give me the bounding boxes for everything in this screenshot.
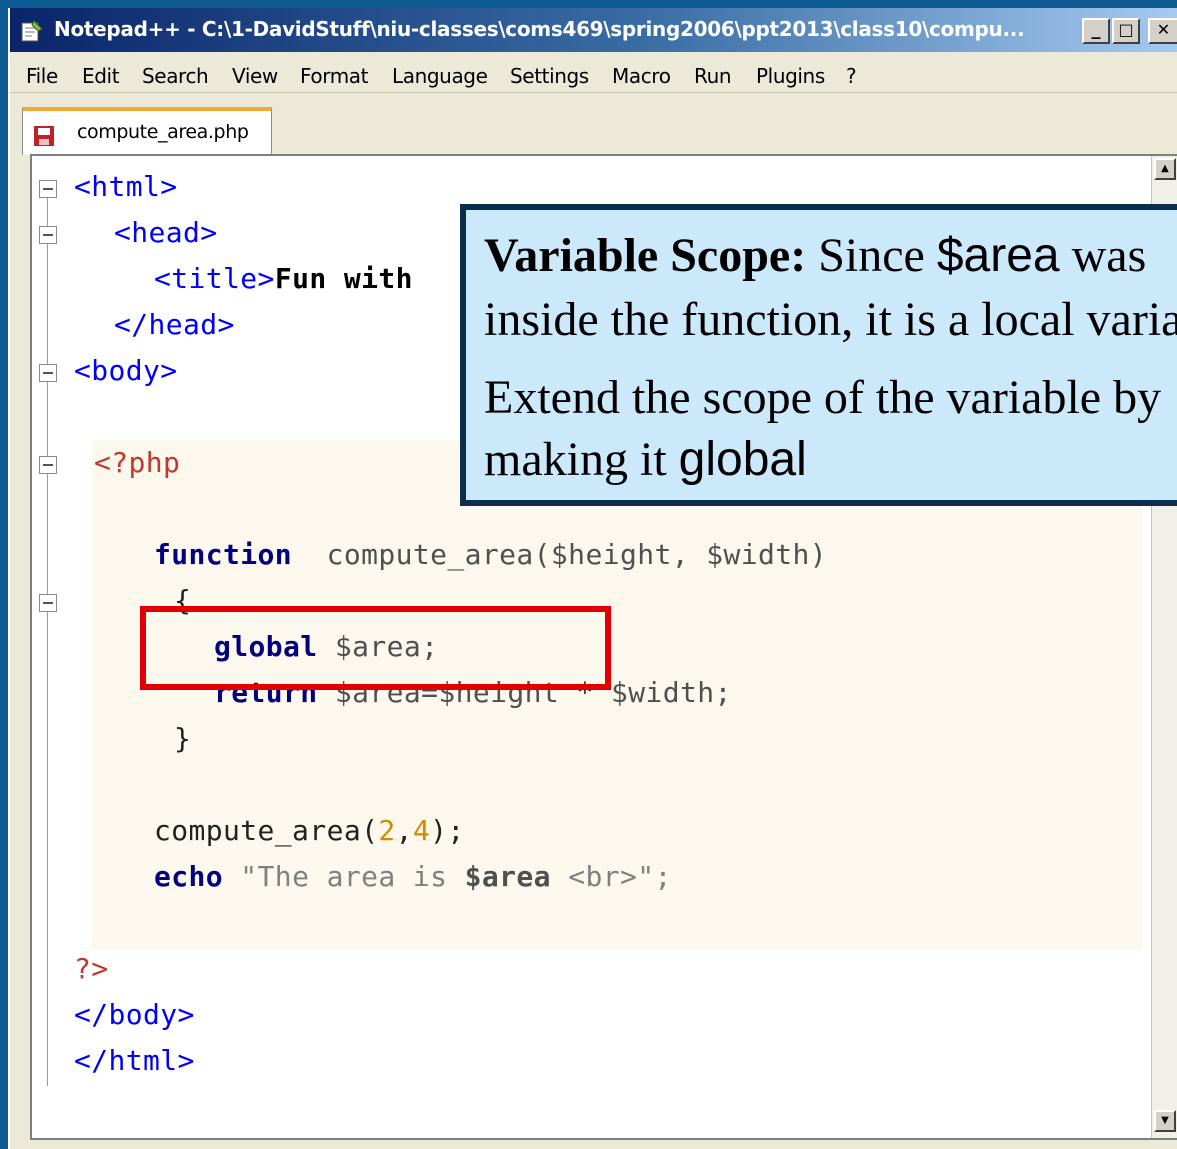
- code-line-5: <body>: [74, 354, 178, 387]
- code-token: ?>: [74, 952, 109, 985]
- code-token: }: [174, 722, 192, 755]
- callout-text: Since: [818, 229, 925, 282]
- code-token: $area: [464, 860, 551, 893]
- notepadpp-window: Notepad++ - C:\1-DavidStuff\niu-classes\…: [8, 8, 1177, 1149]
- code-token: </head>: [114, 308, 235, 341]
- code-line-14: ?>: [74, 952, 109, 985]
- menu-edit[interactable]: Edit: [82, 64, 120, 88]
- menu-view[interactable]: View: [232, 64, 278, 88]
- highlight-box-global: [140, 606, 611, 690]
- code-token: echo: [154, 860, 224, 893]
- code-line-3: <title>Fun with: [154, 262, 413, 295]
- code-token: "The area is: [240, 860, 465, 893]
- menu-settings[interactable]: Settings: [510, 64, 589, 88]
- callout-line-3: Extend the scope of the variable by: [484, 371, 1162, 424]
- menu-plugins[interactable]: Plugins: [756, 64, 825, 88]
- menu-bar: File Edit Search View Format Language Se…: [10, 52, 1177, 92]
- code-token: </html>: [74, 1044, 195, 1077]
- code-token: compute_area(: [154, 814, 379, 847]
- callout-box: Variable Scope: Since $area was inside t…: [460, 204, 1177, 506]
- scroll-down-arrow-icon[interactable]: ▼: [1154, 1110, 1176, 1132]
- notepad-app-icon: [21, 20, 43, 42]
- code-line-4: </head>: [114, 308, 235, 341]
- menu-search[interactable]: Search: [142, 64, 209, 88]
- code-token: <body>: [74, 354, 178, 387]
- code-token: Fun with: [274, 262, 413, 295]
- scroll-up-arrow-icon[interactable]: ▲: [1154, 158, 1176, 180]
- code-line-15: </body>: [74, 998, 195, 1031]
- code-token: <html>: [74, 170, 178, 203]
- code-token: <br>";: [550, 860, 672, 893]
- callout-keyword: global: [678, 433, 807, 486]
- menu-run[interactable]: Run: [694, 64, 732, 88]
- code-token: 4: [412, 814, 431, 847]
- menu-format[interactable]: Format: [300, 64, 368, 88]
- callout-line-4: making it global: [484, 432, 807, 487]
- callout-var: $area: [936, 229, 1060, 282]
- minimize-button[interactable]: _: [1082, 18, 1110, 44]
- fold-toggle-php[interactable]: [39, 456, 57, 474]
- maximize-button[interactable]: □: [1112, 18, 1140, 44]
- menu-file[interactable]: File: [26, 64, 58, 88]
- fold-guide-line: [47, 186, 48, 1086]
- code-token: </body>: [74, 998, 195, 1031]
- code-line-12: compute_area(2,4);: [154, 814, 465, 847]
- fold-toggle-html[interactable]: [39, 180, 57, 198]
- tab-label: compute_area.php: [77, 121, 249, 143]
- menu-help[interactable]: ?: [846, 64, 857, 88]
- code-token: ,: [395, 814, 413, 847]
- callout-line-2: inside the function, it is a local varia…: [484, 293, 1177, 346]
- fold-toggle-head[interactable]: [39, 226, 57, 244]
- code-token: 2: [378, 814, 396, 847]
- code-line-6: <?php: [94, 446, 180, 479]
- code-token: <?php: [94, 446, 181, 479]
- fold-toggle-function[interactable]: [39, 594, 57, 612]
- callout-line-1: Variable Scope: Since $area was: [484, 228, 1146, 283]
- tab-compute-area[interactable]: compute_area.php: [22, 107, 272, 155]
- callout-text: making it: [484, 433, 667, 486]
- code-token: function: [154, 538, 293, 571]
- fold-margin: [32, 156, 62, 1138]
- menu-language[interactable]: Language: [392, 64, 488, 88]
- callout-text: was: [1071, 229, 1147, 282]
- fold-toggle-body[interactable]: [39, 364, 57, 382]
- code-token: <title>: [154, 262, 275, 295]
- code-line-16: </html>: [74, 1044, 195, 1077]
- callout-heading: Variable Scope:: [484, 229, 807, 282]
- code-line-13: echo "The area is $area <br>";: [154, 860, 672, 893]
- unsaved-file-icon: [34, 126, 54, 146]
- code-line-1: <html>: [74, 170, 178, 203]
- code-token: $width;: [610, 676, 732, 709]
- code-line-7: function compute_area($height, $width): [154, 538, 827, 571]
- title-bar[interactable]: Notepad++ - C:\1-DavidStuff\niu-classes\…: [10, 8, 1177, 52]
- code-line-2: <head>: [114, 216, 218, 249]
- code-token: <head>: [114, 216, 218, 249]
- close-button[interactable]: ✕: [1148, 18, 1177, 44]
- menu-macro[interactable]: Macro: [612, 64, 671, 88]
- document-tab-bar: compute_area.php: [10, 92, 1177, 155]
- code-line-11: }: [174, 722, 191, 755]
- code-token: );: [430, 814, 465, 847]
- window-title: Notepad++ - C:\1-DavidStuff\niu-classes\…: [54, 17, 1025, 41]
- code-token: compute_area($height, $width): [326, 538, 828, 571]
